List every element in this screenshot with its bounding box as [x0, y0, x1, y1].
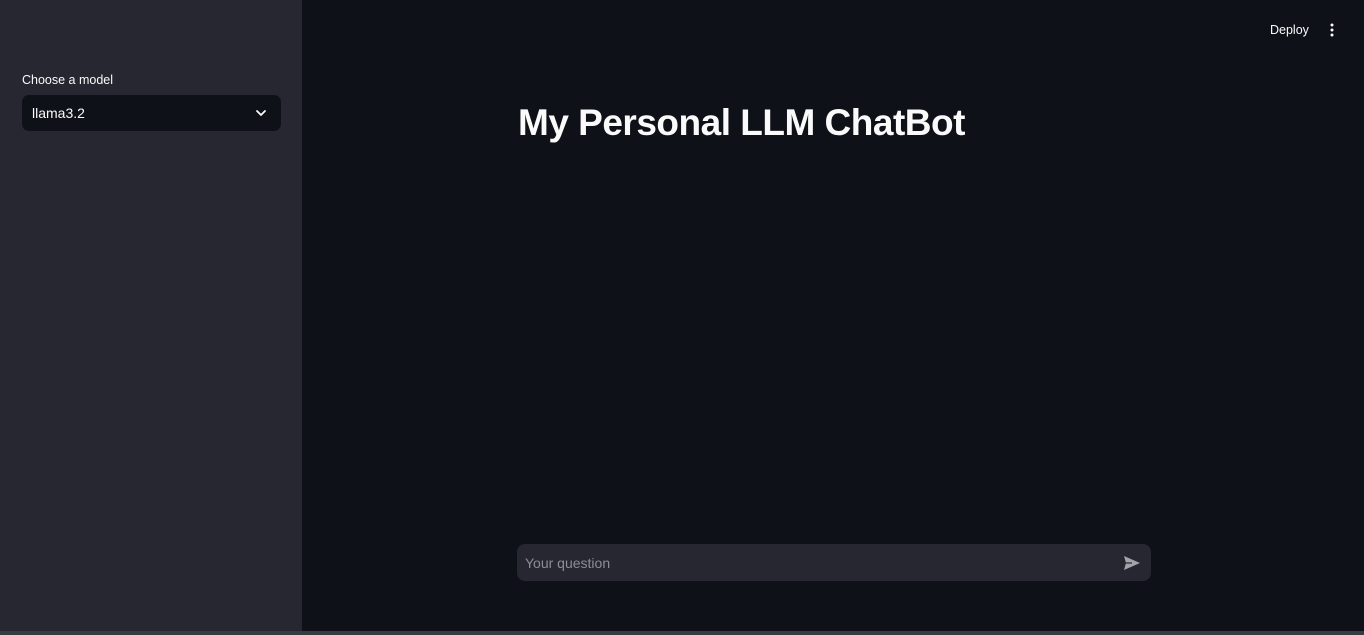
- chat-input-container: [517, 544, 1151, 581]
- bottom-divider: [0, 631, 1364, 635]
- send-icon[interactable]: [1121, 552, 1143, 574]
- app-root: Choose a model llama3.2 Deploy My Person…: [0, 0, 1364, 635]
- chevron-down-icon: [254, 106, 268, 120]
- model-select[interactable]: llama3.2: [22, 95, 281, 131]
- model-select-label: Choose a model: [22, 73, 114, 87]
- model-select-value: llama3.2: [32, 105, 85, 121]
- sidebar: Choose a model llama3.2: [0, 0, 302, 631]
- page-title: My Personal LLM ChatBot: [518, 102, 965, 143]
- deploy-button[interactable]: Deploy: [1262, 19, 1317, 41]
- chat-input[interactable]: [517, 544, 1107, 581]
- kebab-menu-icon[interactable]: [1322, 20, 1342, 40]
